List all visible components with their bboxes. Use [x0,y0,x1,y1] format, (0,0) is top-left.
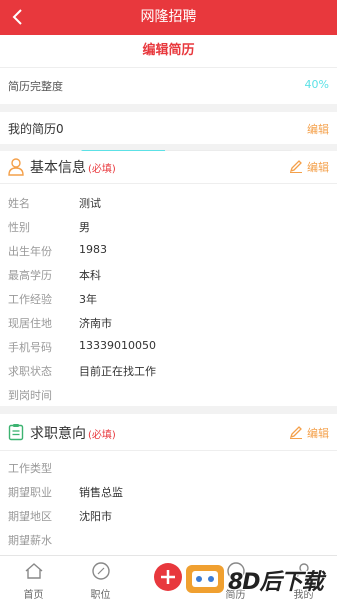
basic-info-title: 基本信息 [30,160,86,176]
tab-home[interactable]: 首页 [0,556,67,601]
field-expected-salary: 期望薪水 [0,527,337,551]
field-value: 13339010050 [79,339,156,352]
compass-icon [91,562,110,580]
basic-info-edit-button[interactable]: 编辑 [289,159,329,175]
field-name: 姓名 测试 [0,190,337,214]
field-residence: 现居住地 济南市 [0,310,337,334]
completeness-label: 简历完整度 [8,80,63,93]
watermark-icon [186,565,224,593]
field-label: 最高学历 [8,269,52,282]
field-label: 到岗时间 [8,389,52,402]
field-job-type: 工作类型 [0,455,337,479]
job-intent-edit-button[interactable]: 编辑 [289,425,329,441]
completeness-percent: 40% [304,78,329,91]
watermark-logo: 8D后下载 [182,562,337,596]
field-label: 现居住地 [8,317,52,330]
field-value: 男 [79,221,90,234]
job-intent-header: 求职意向 (必填) 编辑 [0,414,337,451]
plus-icon [161,570,175,584]
resume-name: 我的简历0 [8,122,64,136]
job-intent-edit-label: 编辑 [307,427,329,440]
field-expected-job: 期望职业 销售总监 [0,479,337,503]
job-intent-title: 求职意向 [30,426,86,442]
job-intent-required: (必填) [88,430,116,441]
field-phone: 手机号码 13339010050 [0,334,337,358]
watermark-text: 8D后下载 [228,570,324,595]
tab-jobs[interactable]: 职位 [67,556,134,601]
field-label: 求职状态 [8,365,52,378]
field-label: 期望职业 [8,486,52,499]
basic-info-required: (必填) [88,164,116,175]
basic-info-card: 基本信息 (必填) 编辑 姓名 测试 性别 男 出生年份 1983 最高学历 本科 工作… [0,151,337,406]
field-value: 销售总监 [79,486,123,499]
field-value: 济南市 [79,317,112,330]
field-label: 工作类型 [8,462,52,475]
field-label: 姓名 [8,197,30,210]
field-value: 目前正在找工作 [79,365,156,378]
field-experience: 工作经验 3年 [0,286,337,310]
field-label: 期望薪水 [8,534,52,547]
tab-jobs-label: 职位 [90,590,111,601]
field-expected-area: 期望地区 沈阳市 [0,503,337,527]
pencil-icon [289,160,302,173]
pencil-icon [289,426,302,439]
nav-bar: 网隆招聘 [0,0,337,35]
field-gender: 性别 男 [0,214,337,238]
field-value: 沈阳市 [79,510,112,523]
field-label: 手机号码 [8,341,52,354]
clipboard-icon [8,423,24,441]
nav-title: 网隆招聘 [140,9,197,25]
person-icon [8,158,24,176]
field-label: 工作经验 [8,293,52,306]
field-value: 测试 [79,197,101,210]
field-value: 1983 [79,243,107,256]
home-icon [25,563,42,579]
field-start-time: 到岗时间 [0,382,337,406]
edit-resume-header: 编辑简历 [0,35,337,68]
field-birth-year: 出生年份 1983 [0,238,337,262]
tab-home-label: 首页 [23,590,44,601]
resume-completeness-row: 简历完整度 40% [0,68,337,157]
field-value: 本科 [79,269,101,282]
field-value: 3年 [79,293,97,306]
basic-info-header: 基本信息 (必填) 编辑 [0,151,337,184]
field-label: 期望地区 [8,510,52,523]
field-job-status: 求职状态 目前正在找工作 [0,358,337,382]
field-label: 性别 [8,221,30,234]
basic-info-edit-label: 编辑 [307,161,329,174]
field-education: 最高学历 本科 [0,262,337,286]
field-label: 出生年份 [8,245,52,258]
job-intent-card: 求职意向 (必填) 编辑 工作类型 期望职业 销售总监 期望地区 沈阳市 期望薪水 [0,414,337,555]
resume-edit-link[interactable]: 编辑 [307,121,329,137]
my-resume-row: 我的简历0 编辑 [0,112,337,144]
plus-button[interactable] [154,563,182,591]
